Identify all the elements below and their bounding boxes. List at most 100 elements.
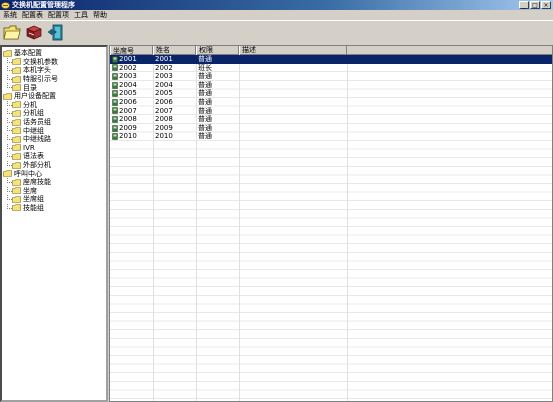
cell-name: 2009 (155, 123, 173, 132)
cell-name: 2003 (155, 72, 173, 81)
tree-node-label: IVR (23, 143, 35, 152)
tree-node-label: 分机组 (23, 109, 44, 118)
books-icon (26, 25, 42, 40)
cell-permission: 普通 (198, 72, 212, 81)
folder-icon (3, 49, 12, 57)
tree-node[interactable]: 中继组 (2, 126, 106, 135)
column-header-name[interactable]: 姓名 (153, 46, 196, 55)
folder-icon (12, 204, 21, 212)
tree-node[interactable]: 外部分机 (2, 160, 106, 170)
cell-seat-id: 2005 (110, 89, 153, 98)
window-controls: _ □ × (519, 1, 551, 9)
tree-node-label: 基本配置 (14, 49, 42, 58)
seat-icon (112, 116, 118, 123)
tree-node[interactable]: 基本配置 (2, 49, 106, 58)
cell-name: 2005 (155, 89, 173, 98)
tree-node-label: 中继组 (23, 126, 44, 135)
menu-tools[interactable]: 工具 (73, 10, 92, 20)
seat-icon (112, 81, 118, 89)
books-button[interactable] (24, 22, 44, 43)
cell-description (239, 72, 347, 81)
close-button[interactable]: × (541, 1, 551, 9)
cell-permission: 普通 (198, 115, 212, 124)
open-folder-button[interactable] (2, 22, 22, 43)
tree-node-label: 坐席 (23, 186, 37, 195)
table-row[interactable]: 2004 2004 普通 (110, 81, 552, 90)
tree-node[interactable]: 特服引示号 (2, 74, 106, 84)
table-row[interactable]: 2010 2010 普通 (110, 132, 552, 141)
cell-seat-id: 2010 (110, 132, 153, 141)
cell-description (239, 107, 347, 116)
folder-icon (12, 187, 21, 195)
table-row[interactable]: 2009 2009 普通 (110, 124, 552, 133)
table-row[interactable]: 2006 2006 普通 (110, 98, 552, 107)
cell-description (239, 132, 347, 141)
tree-node-label: 座席技能 (23, 178, 51, 187)
cell-description (239, 81, 347, 90)
column-header-seat-id[interactable]: 坐席号 (110, 46, 153, 55)
app-icon (1, 1, 10, 9)
cell-name: 2006 (155, 97, 173, 106)
tree-node[interactable]: 坐席组 (2, 195, 106, 204)
minimize-button[interactable]: _ (519, 1, 529, 9)
cell-seat-id: 2009 (110, 124, 153, 133)
menu-config-item[interactable]: 配置项 (47, 10, 73, 20)
cell-permission: 普通 (198, 132, 212, 141)
folder-icon (12, 75, 21, 83)
seat-icon (112, 133, 118, 140)
tree-node[interactable]: 技能组 (2, 203, 106, 213)
folder-icon (12, 153, 21, 160)
table-row[interactable]: 2008 2008 普通 (110, 115, 552, 124)
tree-node[interactable]: 本机字头 (2, 66, 106, 75)
folder-icon (12, 127, 21, 134)
folder-icon (3, 170, 12, 177)
cell-seat-id: 2002 (110, 64, 153, 73)
cell-seat-id: 2006 (110, 98, 153, 107)
folder-icon (3, 92, 12, 100)
tree-node[interactable]: 分机组 (2, 109, 106, 118)
cell-permission: 普通 (198, 80, 212, 89)
column-header-permission[interactable]: 权限 (196, 46, 239, 55)
menu-help[interactable]: 帮助 (92, 10, 111, 20)
cell-permission: 普通 (198, 97, 212, 106)
cell-permission: 普通 (198, 123, 212, 132)
menu-config-table[interactable]: 配置表 (21, 10, 47, 20)
tree-node[interactable]: 话务员组 (2, 117, 106, 127)
table-row[interactable]: 2007 2007 普通 (110, 107, 552, 116)
table-row[interactable]: 2003 2003 普通 (110, 72, 552, 81)
tree-node-label: 外部分机 (23, 161, 51, 170)
grid-header: 坐席号 姓名 权限 描述 (110, 46, 552, 55)
folder-icon (12, 135, 21, 143)
folder-icon (12, 144, 21, 152)
column-header-description[interactable]: 描述 (239, 46, 347, 55)
tree-node[interactable]: 目录 (2, 83, 106, 92)
window-title: 交换机配置管理程序 (12, 1, 75, 9)
tree-node-label: 用户设备配置 (14, 92, 56, 101)
maximize-button[interactable]: □ (530, 1, 540, 9)
cell-description (239, 55, 347, 64)
tree-node[interactable]: IVR (2, 143, 106, 153)
menu-system[interactable]: 系统 (2, 10, 21, 20)
folder-icon (12, 110, 21, 117)
table-row[interactable]: 2005 2005 普通 (110, 89, 552, 98)
seat-icon (112, 73, 118, 80)
folder-icon (12, 178, 21, 186)
tree-node[interactable]: 分机 (2, 100, 106, 110)
tree-node[interactable]: 交换机参数 (2, 57, 106, 67)
table-row[interactable]: 2001 2001 普通 (110, 55, 552, 64)
table-row[interactable]: 2002 2002 班长 (110, 64, 552, 73)
tree-node-label: 技能组 (23, 203, 44, 212)
menu-bar: 系统 配置表 配置项 工具 帮助 (0, 10, 553, 20)
folder-icon (12, 101, 21, 109)
seat-icon (112, 90, 118, 97)
tree-node[interactable]: 用户设备配置 (2, 92, 106, 101)
tree-node[interactable]: 坐席 (2, 186, 106, 196)
folder-icon (12, 118, 21, 126)
tree-node-label: 中继线路 (23, 135, 51, 144)
exit-button[interactable] (46, 22, 66, 43)
tree-node[interactable]: 呼叫中心 (2, 169, 106, 178)
tree-node[interactable]: 语法表 (2, 152, 106, 161)
tree-node[interactable]: 中继线路 (2, 134, 106, 144)
tree-node[interactable]: 座席技能 (2, 177, 106, 187)
seat-icon (112, 56, 118, 63)
